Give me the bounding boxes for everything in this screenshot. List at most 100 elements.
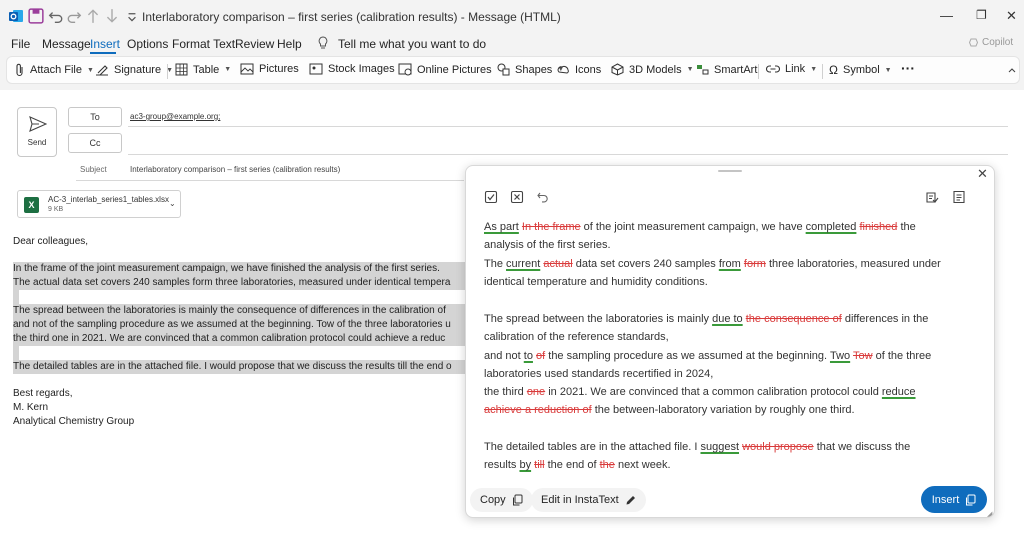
text-run: data set covers 240 samples — [572, 258, 719, 270]
suggestion-insert[interactable]: current — [506, 258, 540, 270]
ribbon-toolbar: Attach File ▼ Signature ▼ Table ▼ Pictures … — [6, 56, 1020, 84]
save-icon[interactable] — [28, 8, 44, 24]
close-icon[interactable]: ✕ — [977, 166, 988, 182]
tab-review[interactable]: Review — [235, 37, 274, 51]
link-button[interactable]: Link ▼ — [766, 63, 817, 75]
undo-icon[interactable] — [536, 190, 550, 204]
minimize-button[interactable]: — — [940, 8, 953, 23]
suggestion-delete[interactable]: till — [534, 459, 544, 471]
omega-icon: Ω — [829, 63, 838, 77]
body-line[interactable]: The detailed tables are in the attached … — [13, 361, 465, 372]
tab-help[interactable]: Help — [277, 37, 302, 51]
subject-field[interactable]: Interlaboratory comparison – first serie… — [130, 165, 340, 174]
cc-button[interactable]: Cc — [68, 133, 122, 153]
more-options-button[interactable]: ··· — [901, 60, 915, 76]
suggestion-line: laboratories used standards recertified … — [484, 368, 714, 380]
resize-handle[interactable]: ◢ — [987, 510, 992, 517]
suggestion-line: analysis of the first series. — [484, 239, 611, 251]
redo-icon[interactable] — [66, 8, 82, 24]
text-run: and not — [484, 350, 524, 362]
table-label: Table — [193, 63, 220, 76]
body-line[interactable]: In the frame of the joint measurement ca… — [13, 263, 465, 274]
attachment-card[interactable]: X AC-3_interlab_series1_tables.xlsx 9 KB… — [17, 190, 181, 218]
suggestion-insert[interactable]: As part — [484, 221, 519, 233]
excel-icon: X — [24, 197, 39, 213]
body-line[interactable]: The actual data set covers 240 samples f… — [13, 277, 465, 288]
suggestion-delete[interactable]: form — [744, 258, 766, 270]
tab-file[interactable]: File — [11, 37, 30, 51]
symbol-button[interactable]: Ω Symbol ▼ — [829, 63, 892, 77]
customize-toolbar-icon[interactable] — [124, 8, 140, 24]
shapes-label: Shapes — [515, 63, 553, 76]
table-button[interactable]: Table ▼ — [175, 63, 231, 76]
body-line[interactable]: the third one in 2021. We are convinced … — [13, 333, 465, 344]
body-line[interactable]: The spread between the laboratories is m… — [13, 305, 465, 316]
arrow-down-icon[interactable] — [104, 8, 120, 24]
drag-handle[interactable] — [718, 170, 742, 172]
suggestion-insert[interactable]: suggest — [700, 441, 739, 453]
suggestion-delete[interactable]: would propose — [742, 441, 814, 453]
body-closing: Best regards, — [13, 388, 73, 399]
copilot-button[interactable]: Copilot — [968, 37, 1013, 48]
close-button[interactable]: ✕ — [1006, 8, 1017, 24]
edit-in-instatext-button[interactable]: Edit in InstaText — [531, 488, 646, 512]
text-run: results — [484, 459, 520, 471]
stock-images-button[interactable]: Stock Images — [309, 63, 395, 75]
suggestion-insert[interactable]: reduce — [882, 386, 916, 398]
insert-button[interactable]: Insert — [921, 486, 987, 513]
restore-button[interactable]: ❐ — [976, 8, 987, 22]
shapes-button[interactable]: Shapes ▼ — [497, 63, 564, 76]
suggestion-insert[interactable]: from — [719, 258, 741, 270]
stock-images-icon — [309, 63, 323, 75]
suggestion-delete[interactable]: the consequence of — [746, 313, 842, 325]
copy-button[interactable]: Copy — [470, 488, 533, 512]
attach-file-button[interactable]: Attach File ▼ — [15, 63, 94, 77]
tell-me-search[interactable]: Tell me what you want to do — [338, 37, 486, 51]
suggestion-delete[interactable]: Tow — [853, 350, 873, 362]
suggestion-delete[interactable]: achieve a reduction of — [484, 404, 592, 416]
suggestion-insert[interactable]: due to — [712, 313, 743, 325]
to-button[interactable]: To — [68, 107, 122, 127]
suggestion-delete[interactable]: actual — [543, 258, 572, 270]
accept-checklist-icon[interactable] — [925, 190, 939, 204]
online-pictures-button[interactable]: Online Pictures — [398, 63, 492, 76]
text-run: The spread between the laboratories is m… — [484, 313, 713, 325]
suggestion-insert[interactable]: Two — [830, 350, 850, 362]
pictures-button[interactable]: Pictures — [240, 63, 299, 75]
shapes-icon — [497, 63, 510, 76]
symbol-label: Symbol — [842, 64, 880, 76]
smartart-button[interactable]: SmartArt — [696, 63, 757, 76]
suggestion-delete[interactable]: of — [536, 350, 545, 362]
suggestion-insert[interactable]: completed — [806, 221, 857, 233]
suggestion-line: The current actual data set covers 240 s… — [484, 258, 941, 270]
icons-button[interactable]: Icons — [557, 63, 601, 76]
body-line[interactable]: and not of the sampling procedure as we … — [13, 319, 465, 330]
tab-insert[interactable]: Insert — [90, 37, 120, 51]
suggestion-delete[interactable]: In the frame — [522, 221, 581, 233]
undo-icon[interactable] — [48, 8, 64, 24]
suggestion-delete[interactable]: one — [527, 386, 545, 398]
tab-options[interactable]: Options — [127, 37, 168, 51]
to-recipient[interactable]: ac3-group@example.org; — [130, 112, 220, 121]
accept-all-icon[interactable] — [484, 190, 498, 204]
signature-button[interactable]: Signature ▼ — [95, 63, 173, 77]
link-icon — [766, 65, 780, 73]
3d-models-button[interactable]: 3D Models ▼ — [611, 63, 694, 76]
suggestion-delete[interactable]: the — [600, 459, 615, 471]
tab-format-text[interactable]: Format Text — [172, 37, 235, 51]
tab-message[interactable]: Message — [42, 37, 91, 51]
insert-icon — [966, 494, 976, 505]
suggestion-delete[interactable]: finished — [859, 221, 897, 233]
link-label: Link — [785, 63, 806, 75]
insert-label: Insert — [931, 493, 960, 506]
document-icon[interactable] — [952, 190, 966, 204]
cc-field-line[interactable] — [128, 154, 1008, 155]
arrow-up-icon[interactable] — [85, 8, 101, 24]
reject-all-icon[interactable] — [510, 190, 524, 204]
send-button[interactable]: Send — [17, 107, 57, 157]
suggestion-insert[interactable]: by — [519, 459, 531, 471]
collapse-ribbon-icon[interactable] — [1008, 67, 1016, 73]
attach-file-label: Attach File — [30, 64, 82, 76]
suggestion-insert[interactable]: to — [524, 350, 533, 362]
chevron-down-icon[interactable]: ⌄ — [169, 199, 176, 208]
